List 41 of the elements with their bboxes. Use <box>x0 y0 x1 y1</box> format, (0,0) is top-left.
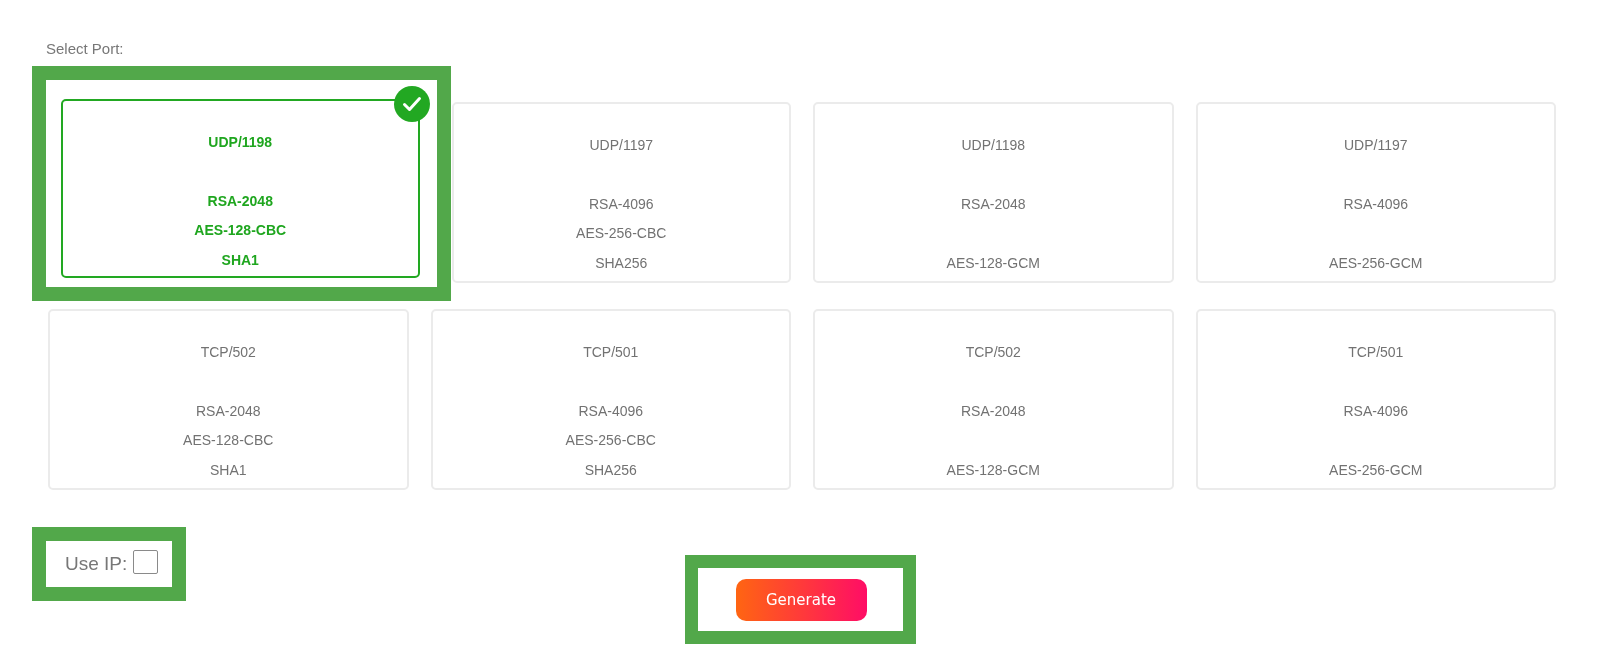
key-size-text: RSA-2048 <box>207 191 273 210</box>
cipher-text: AES-256-GCM <box>1329 253 1423 272</box>
use-ip-label: Use IP: <box>65 553 128 575</box>
port-text: UDP/1198 <box>961 135 1026 154</box>
cipher-text: AES-256-CBC <box>565 431 656 450</box>
check-icon <box>393 86 430 122</box>
key-size-text: RSA-4096 <box>1343 194 1409 213</box>
cipher-text: AES-128-GCM <box>946 460 1040 479</box>
port-option-card[interactable]: TCP/502 RSA-2048 AES-128-CBC SHA1 <box>48 309 409 490</box>
port-option-card[interactable]: UDP/1198 RSA-2048 AES-128-CBC SHA1 <box>61 99 420 278</box>
use-ip-checkbox[interactable] <box>133 550 159 574</box>
port-text: TCP/502 <box>200 342 256 361</box>
port-text: TCP/502 <box>965 342 1021 361</box>
cipher-text: AES-128-GCM <box>946 253 1040 272</box>
cipher-text: AES-128-CBC <box>183 431 274 450</box>
hash-text: SHA256 <box>584 460 637 479</box>
key-size-text: RSA-2048 <box>960 401 1026 420</box>
key-size-text: RSA-2048 <box>960 194 1026 213</box>
port-option-card[interactable]: TCP/502 RSA-2048 AES-128-GCM <box>813 309 1174 490</box>
cipher-text: AES-256-CBC <box>576 224 667 243</box>
port-option-card[interactable]: UDP/1198 RSA-2048 AES-128-GCM <box>813 102 1174 283</box>
cipher-text: AES-256-GCM <box>1329 460 1423 479</box>
key-size-text: RSA-4096 <box>1343 401 1409 420</box>
port-option-card[interactable]: UDP/1197 RSA-4096 AES-256-CBC SHA256 <box>451 102 791 283</box>
port-option-card[interactable]: TCP/501 RSA-4096 AES-256-CBC SHA256 <box>430 309 791 490</box>
port-text: TCP/501 <box>583 342 639 361</box>
port-text: UDP/1198 <box>208 132 273 151</box>
port-option-card[interactable]: TCP/501 RSA-4096 AES-256-GCM <box>1195 309 1556 490</box>
key-size-text: RSA-4096 <box>578 401 644 420</box>
hash-text: SHA1 <box>209 460 247 479</box>
key-size-text: RSA-2048 <box>195 401 261 420</box>
select-port-label: Select Port: <box>46 40 124 58</box>
hash-text: SHA256 <box>595 253 648 272</box>
cipher-text: AES-128-CBC <box>194 221 287 240</box>
key-size-text: RSA-4096 <box>588 194 654 213</box>
port-option-card[interactable]: UDP/1197 RSA-4096 AES-256-GCM <box>1195 102 1556 283</box>
port-text: TCP/501 <box>1348 342 1404 361</box>
generate-button[interactable]: Generate <box>735 579 867 621</box>
hash-text: SHA1 <box>221 250 259 269</box>
port-text: UDP/1197 <box>589 135 654 154</box>
port-text: UDP/1197 <box>1343 135 1408 154</box>
